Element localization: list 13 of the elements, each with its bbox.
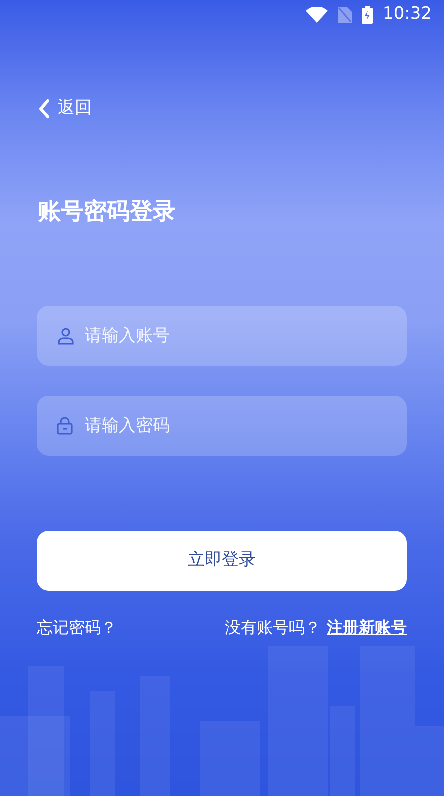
forgot-password-link[interactable]: 忘记密码？ [37, 616, 117, 640]
wifi-icon [306, 7, 328, 23]
status-time: 10:32 [383, 3, 432, 26]
page-title: 账号密码登录 [38, 198, 177, 226]
back-button[interactable]: 返回 [38, 96, 92, 122]
battery-charging-icon [362, 6, 373, 24]
no-sim-icon [338, 7, 352, 23]
chevron-left-icon [38, 98, 50, 119]
user-icon [56, 326, 76, 346]
register-link[interactable]: 注册新账号 [327, 616, 407, 640]
lock-icon [56, 416, 74, 436]
register-prompt: 没有账号吗？ [225, 616, 321, 638]
login-button[interactable]: 立即登录 [37, 530, 407, 590]
